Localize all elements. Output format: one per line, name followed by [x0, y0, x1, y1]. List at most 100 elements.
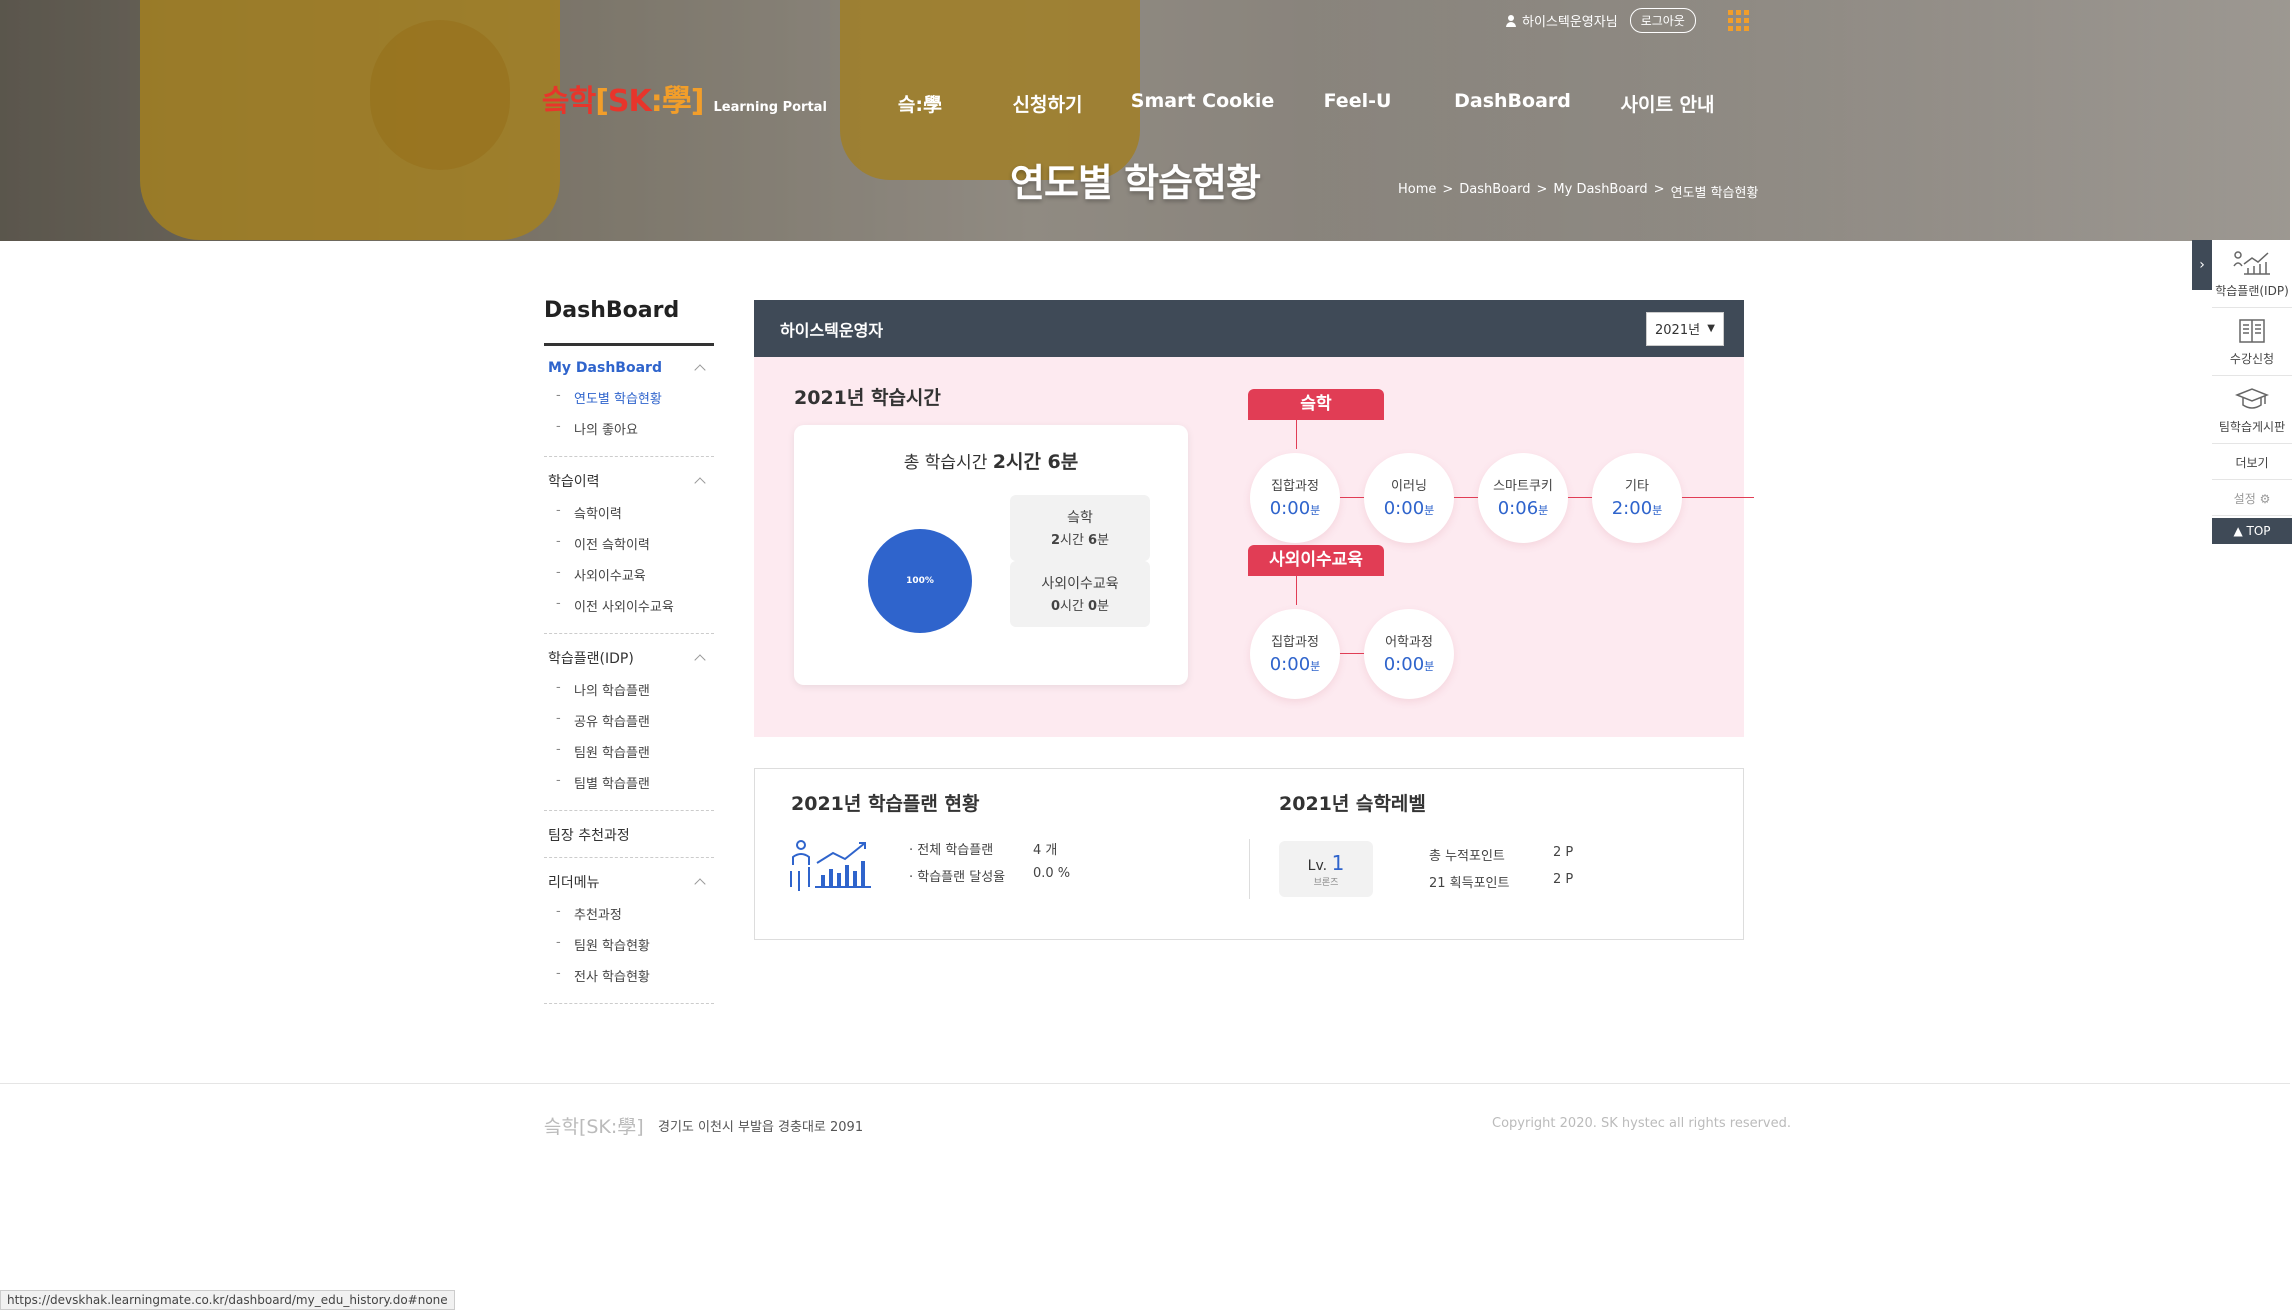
site-logo[interactable]: 슼학[SK:學] Learning Portal	[542, 76, 827, 120]
browser-status-url: https://devskhak.learningmate.co.kr/dash…	[0, 1290, 455, 1310]
learning-time-title: 2021년 학습시간	[794, 387, 941, 409]
chevron-up-icon	[694, 364, 706, 376]
sidebar-group-history: 학습이력 슼학이력 이전 슼학이력 사외이수교육 이전 사외이수교육	[544, 457, 714, 634]
sidebar-group-toggle[interactable]: My DashBoard	[548, 360, 710, 376]
nav-item-dashboard[interactable]: DashBoard	[1435, 90, 1590, 117]
category-underline	[1248, 419, 1384, 420]
all-menu-grid-icon[interactable]	[1727, 10, 1749, 31]
year-select-value: 2021년	[1655, 323, 1701, 338]
nav-item-smart-cookie[interactable]: Smart Cookie	[1125, 90, 1280, 117]
time-circle-smart-cookie: 스마트쿠키 0:06분	[1478, 453, 1568, 543]
sidebar-item-shared-plan[interactable]: 공유 학습플랜	[548, 705, 710, 736]
breadcrumb-separator: >	[1536, 182, 1548, 197]
plan-stat-value: 4 개	[1033, 843, 1058, 858]
global-nav: 슼:學 신청하기 Smart Cookie Feel-U DashBoard 사…	[870, 90, 1745, 117]
circle-label: 어학과정	[1385, 635, 1433, 650]
nav-item-site-guide[interactable]: 사이트 안내	[1590, 90, 1745, 117]
time-circle-ext-classroom: 집합과정 0:00분	[1250, 609, 1340, 699]
point-stat-label: 21 획득포인트	[1429, 876, 1510, 891]
category-tag-external: 사외이수교육	[1248, 545, 1384, 575]
external-time-value: 0시간 0분	[1050, 599, 1110, 614]
quick-item-settings[interactable]: 설정 ⚙	[2212, 480, 2292, 516]
learning-time-card: 총 학습시간 2시간 6분 100% 슼학 2시간 6분 사외이수교육 0시간 …	[794, 425, 1188, 685]
breadcrumb: Home > DashBoard > My DashBoard > 연도별 학습…	[1398, 182, 1758, 201]
sidebar-item-team-plan[interactable]: 팀별 학습플랜	[548, 767, 710, 798]
graduation-cap-icon	[2232, 386, 2272, 412]
sidebar-group-toggle[interactable]: 학습플랜(IDP)	[548, 648, 710, 668]
skhak-time-value: 2시간 6분	[1050, 533, 1110, 548]
sidebar-item-skhak-history[interactable]: 슼학이력	[548, 497, 710, 528]
connector-line	[1296, 575, 1297, 605]
top-button[interactable]: ▲ TOP	[2212, 518, 2292, 544]
breadcrumb-my-dashboard[interactable]: My DashBoard	[1553, 182, 1647, 201]
sidebar-item-my-likes[interactable]: 나의 좋아요	[548, 413, 710, 444]
quick-item-label: 수강신청	[2229, 352, 2275, 366]
sidebar-group-my-dashboard: My DashBoard 연도별 학습현황 나의 좋아요	[544, 346, 714, 457]
nav-item-skhak[interactable]: 슼:學	[870, 90, 970, 117]
sidebar-item-member-status[interactable]: 팀원 학습현황	[548, 929, 710, 960]
user-info: 하이스텍운영자님	[1505, 11, 1618, 30]
circle-value: 2:00분	[1611, 498, 1663, 519]
level-value: Lv. 1	[1307, 851, 1345, 875]
level-title: 2021년 슼학레벨	[1279, 793, 1426, 815]
sidebar-group-label: 학습이력	[548, 474, 600, 490]
user-name: 하이스텍운영자님	[1522, 15, 1618, 30]
nav-item-apply[interactable]: 신청하기	[970, 90, 1125, 117]
time-circle-language: 어학과정 0:00분	[1364, 609, 1454, 699]
sidebar-item-external-edu[interactable]: 사외이수교육	[548, 559, 710, 590]
plan-and-level-section: 2021년 학습플랜 현황 전체 학습플랜 4 개	[754, 768, 1744, 940]
quick-menu-toggle[interactable]: ›	[2192, 240, 2212, 290]
sidebar-item-prev-external-edu[interactable]: 이전 사외이수교육	[548, 590, 710, 621]
chevron-down-icon: ▼	[1707, 323, 1715, 334]
logo-text: 슼학[SK:學]	[542, 84, 704, 119]
total-value: 2시간 6분	[992, 451, 1079, 473]
point-stat-value: 2 P	[1553, 845, 1574, 860]
learning-time-pie: 100%	[868, 529, 972, 633]
point-stat-row: 총 누적포인트 2 P	[1429, 845, 1573, 864]
sidebar-group-toggle[interactable]: 리더메뉴	[548, 872, 710, 892]
learning-time-section: 2021년 학습시간 총 학습시간 2시간 6분 100% 슼학 2시간 6분 …	[754, 357, 1754, 737]
quick-item-more[interactable]: 더보기	[2212, 444, 2292, 480]
circle-label: 집합과정	[1271, 635, 1319, 650]
logout-button[interactable]: 로그아웃	[1629, 8, 1696, 33]
quick-item-label: 팀학습게시판	[2218, 420, 2286, 434]
sidebar-item-prev-skhak-history[interactable]: 이전 슼학이력	[548, 528, 710, 559]
level-tier: 브론즈	[1313, 878, 1339, 888]
quick-item-team-board[interactable]: 팀학습게시판	[2212, 376, 2292, 444]
point-stat-label: 총 누적포인트	[1429, 849, 1505, 864]
sidebar-group-toggle[interactable]: 학습이력	[548, 471, 710, 491]
plan-stat-row: 전체 학습플랜 4 개	[909, 839, 1070, 858]
sidebar-item-leader-recommend[interactable]: 팀장 추천과정	[548, 825, 710, 845]
quick-item-idp[interactable]: 학습플랜(IDP)	[2212, 240, 2292, 308]
sidebar-item-my-plan[interactable]: 나의 학습플랜	[548, 674, 710, 705]
quick-item-label: 학습플랜(IDP)	[2215, 284, 2289, 298]
breadcrumb-home[interactable]: Home	[1398, 182, 1436, 201]
breadcrumb-dashboard[interactable]: DashBoard	[1459, 182, 1530, 201]
breadcrumb-current: 연도별 학습현황	[1670, 186, 1759, 201]
sidebar-item-recommended[interactable]: 추천과정	[548, 898, 710, 929]
chevron-up-icon	[694, 654, 706, 666]
skhak-time-box: 슼학 2시간 6분	[1010, 495, 1150, 561]
circle-value: 0:00분	[1269, 654, 1321, 675]
logo-subtitle: Learning Portal	[713, 100, 827, 115]
hero-overlay	[1300, 0, 2290, 241]
breadcrumb-separator: >	[1442, 182, 1454, 197]
time-circle-other: 기타 2:00분	[1592, 453, 1682, 543]
year-select[interactable]: 2021년 ▼	[1646, 311, 1724, 346]
category-underline	[1248, 575, 1384, 576]
sidebar-item-member-plan[interactable]: 팀원 학습플랜	[548, 736, 710, 767]
sidebar-item-yearly-status[interactable]: 연도별 학습현황	[548, 382, 710, 413]
chevron-up-icon	[694, 477, 706, 489]
plan-stats: 전체 학습플랜 4 개 학습플랜 달성율 0.0 %	[909, 839, 1070, 893]
quick-item-enroll[interactable]: 수강신청	[2212, 308, 2292, 376]
nav-item-feel-u[interactable]: Feel-U	[1280, 90, 1435, 117]
sidebar-item-company-status[interactable]: 전사 학습현황	[548, 960, 710, 991]
total-label: 총 학습시간	[903, 453, 988, 473]
breadcrumb-separator: >	[1653, 182, 1665, 197]
plan-stat-label: 전체 학습플랜	[909, 839, 1033, 858]
chevron-up-icon	[694, 878, 706, 890]
skhak-time-label: 슼학	[1067, 510, 1093, 526]
level-badge: Lv. 1 브론즈	[1279, 841, 1373, 897]
sidebar-group-leader-menu: 리더메뉴 추천과정 팀원 학습현황 전사 학습현황	[544, 858, 714, 1004]
connector-line	[1296, 419, 1297, 449]
